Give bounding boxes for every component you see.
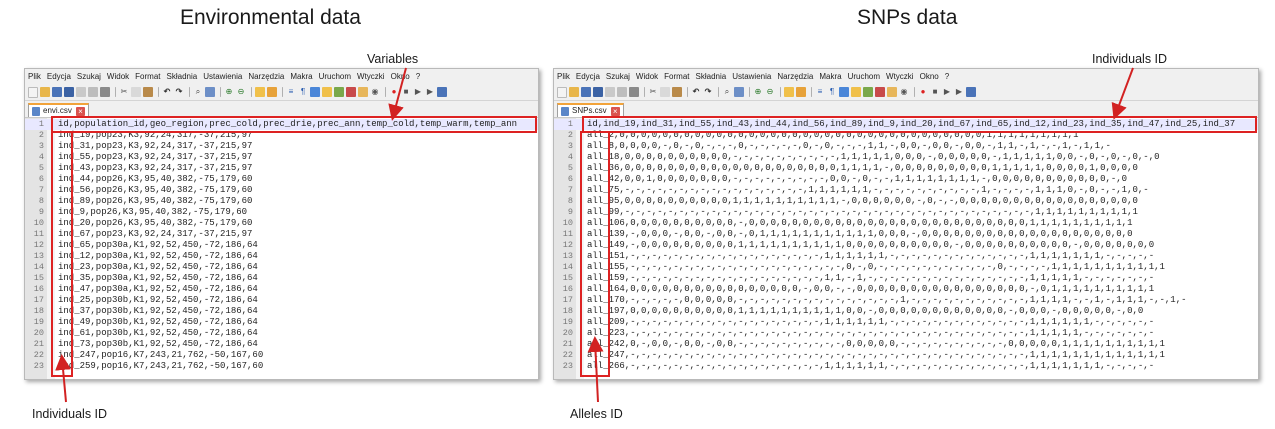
arrow-individuals-bottom xyxy=(55,354,72,403)
annotation-arrows xyxy=(55,67,1134,403)
arrow-alleles xyxy=(587,336,604,403)
arrow-variables xyxy=(388,67,407,121)
arrow-individuals-top xyxy=(1111,67,1134,120)
